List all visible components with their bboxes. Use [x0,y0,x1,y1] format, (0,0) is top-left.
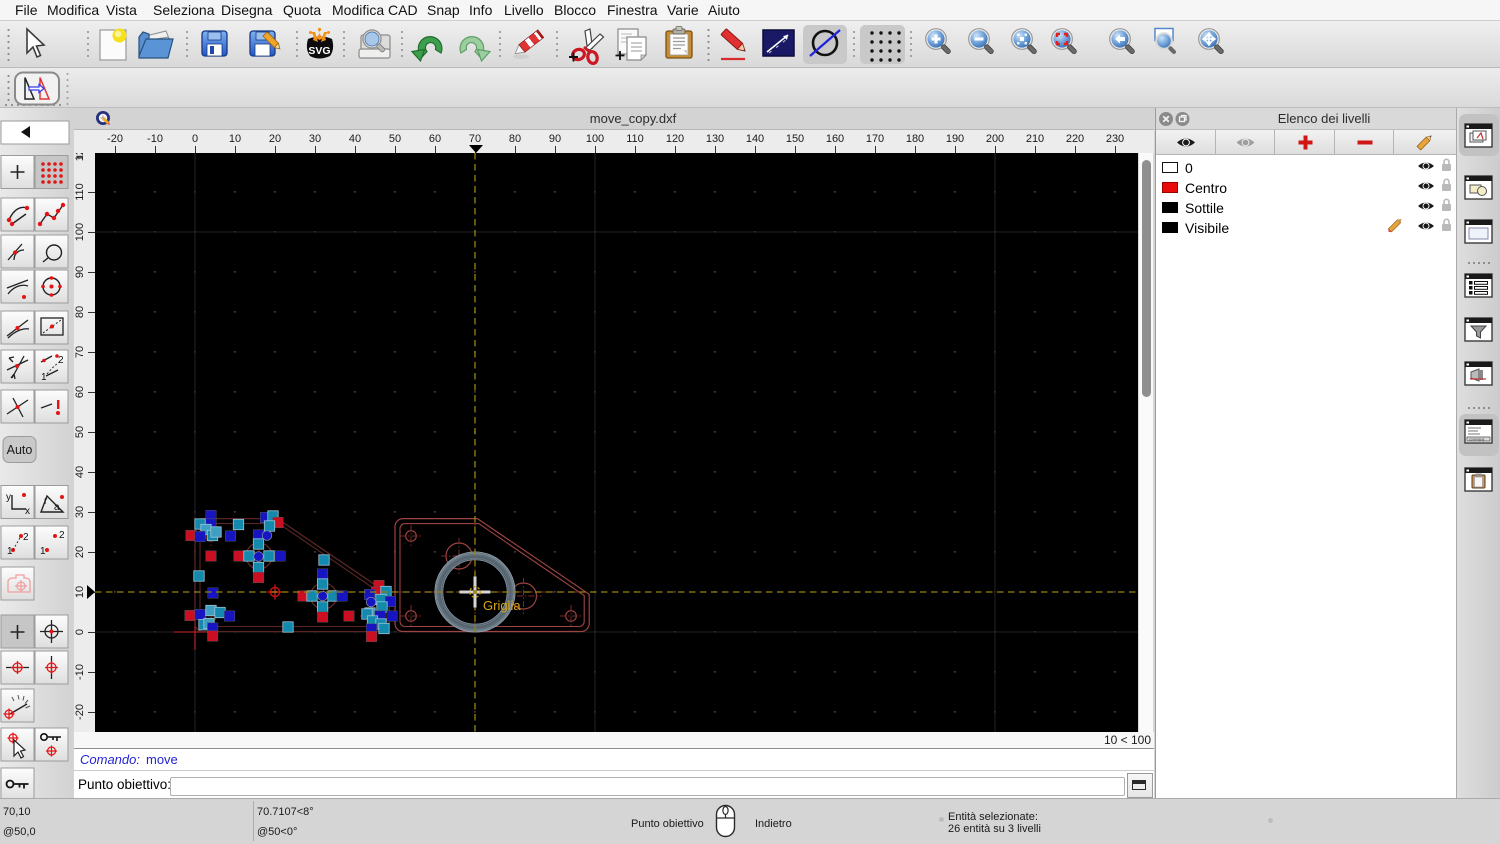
svg-text:2: 2 [58,355,64,366]
svg-text:Griglia: Griglia [483,598,521,613]
svg-text:1: 1 [40,546,46,557]
svg-text:command: command [1469,438,1484,442]
svg-text:2: 2 [59,530,65,541]
svg-text:1: 1 [41,372,47,383]
svg-text:SVG: SVG [308,45,330,57]
svg-text:2: 2 [23,532,29,543]
svg-text:x: x [25,506,30,517]
svg-text:Auto: Auto [7,443,33,457]
svg-text:a: a [54,502,60,513]
svg-text:y: y [6,492,11,503]
